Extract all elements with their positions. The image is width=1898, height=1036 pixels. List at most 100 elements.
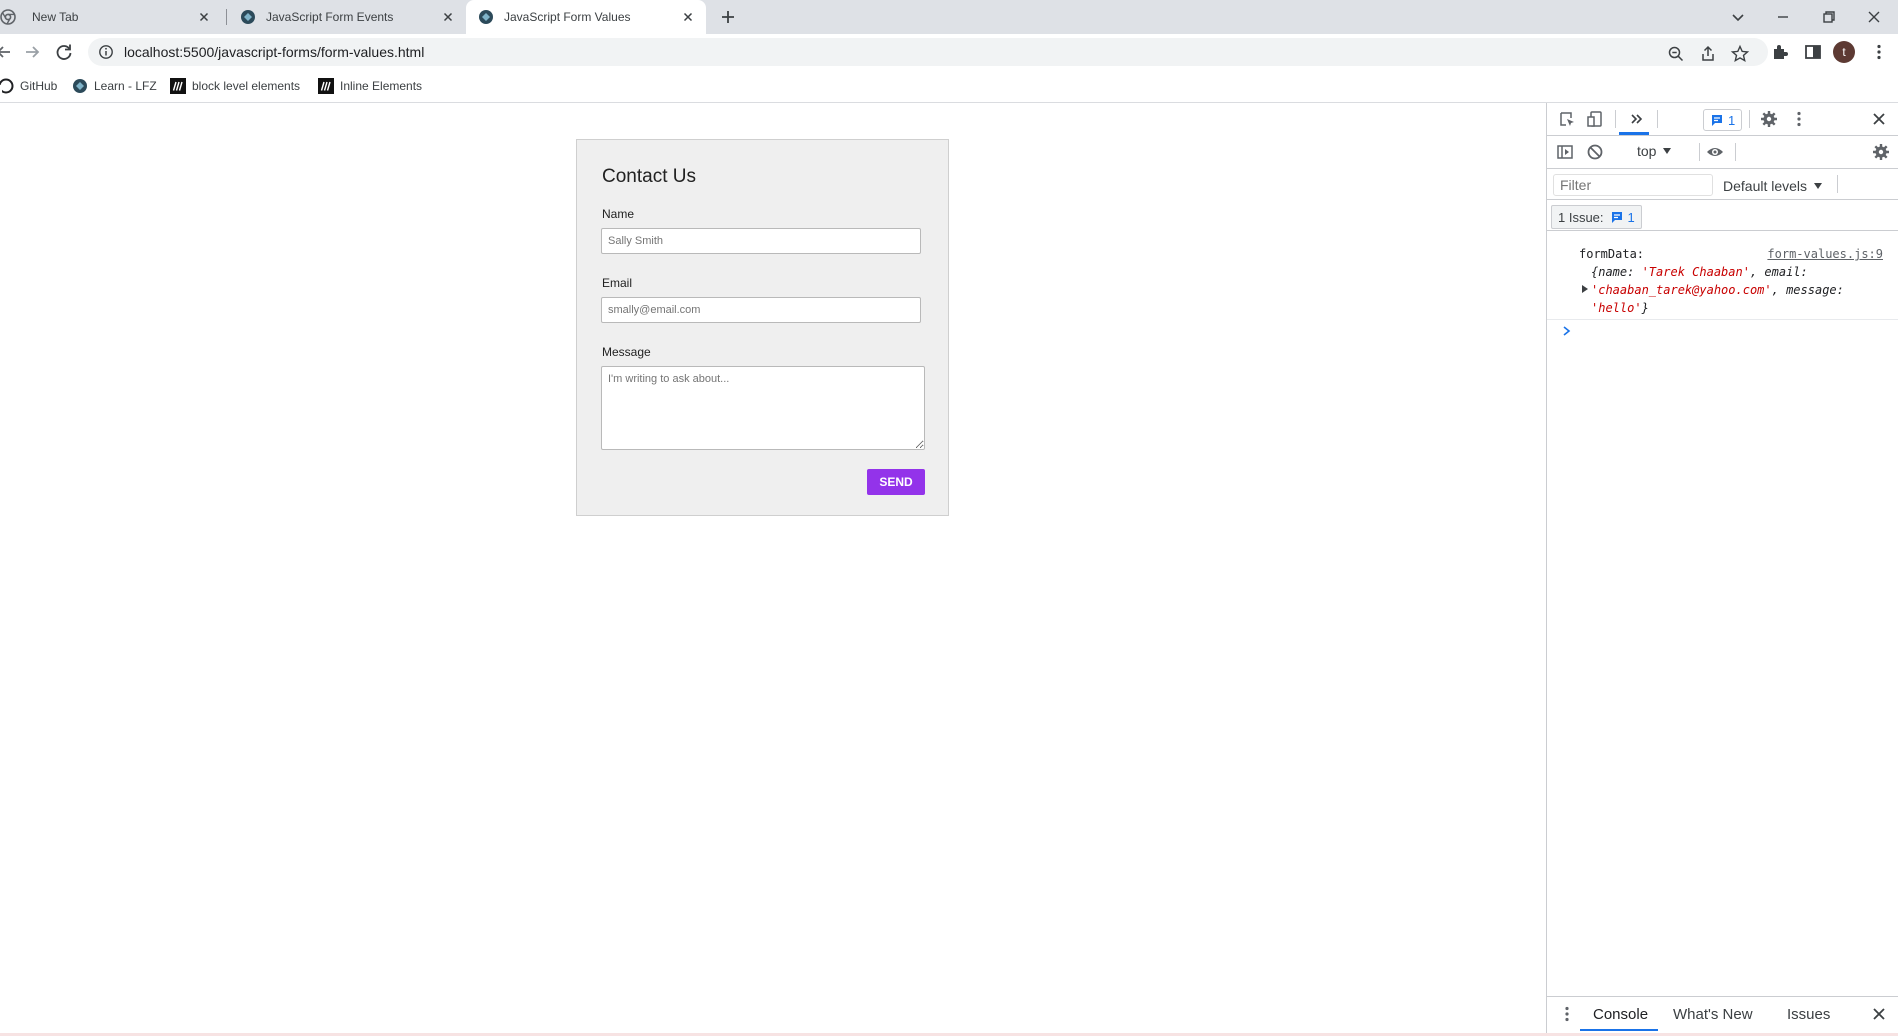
- drawer-tab-console[interactable]: Console: [1593, 1006, 1648, 1023]
- log-object-preview[interactable]: {name: 'Tarek Chaaban', email: 'chaaban_…: [1591, 263, 1881, 317]
- active-drawer-tab-indicator: [1580, 1029, 1658, 1031]
- issues-bar: 1 Issue: 1: [1547, 200, 1898, 231]
- console-prompt-icon[interactable]: [1561, 325, 1573, 337]
- device-toolbar-icon[interactable]: [1585, 109, 1605, 129]
- page-viewport: Contact Us Name Email Message SEND: [0, 103, 1546, 1033]
- email-input[interactable]: [601, 297, 921, 323]
- bookmark-block-level-elements[interactable]: block level elements: [170, 70, 300, 102]
- close-devtools-icon[interactable]: [1869, 109, 1889, 129]
- active-tab-indicator: [1619, 132, 1649, 135]
- devtools-menu-icon[interactable]: [1789, 109, 1809, 129]
- tab-title: JavaScript Form Events: [266, 10, 394, 24]
- mdn-icon: [170, 78, 186, 94]
- browser-toolbar: localhost:5500/javascript-forms/form-val…: [0, 34, 1898, 70]
- profile-avatar[interactable]: t: [1833, 41, 1855, 63]
- log-levels-dropdown[interactable]: Default levels: [1723, 178, 1823, 194]
- console-log-entry: formData: form-values.js:9 {name: 'Tarek…: [1547, 239, 1898, 320]
- issue-chip-count: 1: [1627, 209, 1635, 225]
- tab-divider: [226, 9, 227, 25]
- issues-counter[interactable]: 1: [1703, 109, 1743, 131]
- issues-count: 1: [1728, 112, 1736, 128]
- dropdown-arrow-icon: [1662, 146, 1672, 156]
- obj-message-key: , message:: [1771, 283, 1844, 297]
- close-tab-icon[interactable]: [196, 9, 212, 25]
- context-label: top: [1637, 143, 1657, 159]
- obj-email-key: , email:: [1749, 265, 1808, 279]
- toolbar-separator: [1657, 110, 1658, 128]
- toolbar-separator: [1699, 143, 1700, 161]
- context-selector[interactable]: top: [1637, 143, 1672, 159]
- drawer-tab-whats-new[interactable]: What's New: [1673, 1006, 1753, 1023]
- name-label: Name: [602, 207, 635, 221]
- bookmark-inline-elements[interactable]: Inline Elements: [318, 70, 422, 102]
- name-input[interactable]: [601, 228, 921, 254]
- tab-search-icon[interactable]: [1726, 5, 1750, 29]
- github-icon: [0, 78, 14, 94]
- expand-triangle-icon[interactable]: [1581, 285, 1589, 293]
- lfz-icon: [72, 78, 88, 94]
- inspect-element-icon[interactable]: [1557, 109, 1577, 129]
- globe-icon: [478, 9, 494, 25]
- tab-strip: New Tab JavaScript Form Events JavaScrip…: [0, 0, 1898, 34]
- share-icon[interactable]: [1698, 44, 1718, 64]
- address-bar[interactable]: localhost:5500/javascript-forms/form-val…: [88, 38, 1768, 66]
- clear-console-icon[interactable]: [1585, 142, 1605, 162]
- send-button[interactable]: SEND: [867, 469, 925, 495]
- console-toolbar: top: [1547, 136, 1898, 169]
- browser-menu-icon[interactable]: [1867, 40, 1891, 64]
- obj-email-value: 'chaaban_tarek@yahoo.com': [1591, 283, 1772, 297]
- zoom-icon[interactable]: [1666, 44, 1686, 64]
- levels-label: Default levels: [1723, 178, 1808, 194]
- email-label: Email: [602, 276, 633, 290]
- reload-icon[interactable]: [52, 40, 76, 64]
- live-expression-eye-icon[interactable]: [1705, 142, 1725, 162]
- console-settings-icon[interactable]: [1871, 142, 1891, 162]
- log-label: formData:: [1579, 247, 1645, 261]
- devtools-panel: 1 top Filter Default levels 1 Issue: 1 f…: [1546, 103, 1898, 1033]
- obj-close: }: [1641, 301, 1649, 315]
- settings-icon[interactable]: [1759, 109, 1779, 129]
- obj-name-value: 'Tarek Chaaban': [1641, 265, 1750, 279]
- issue-chip-label: 1 Issue:: [1558, 209, 1604, 225]
- tab-title: New Tab: [32, 10, 79, 24]
- back-icon[interactable]: [0, 40, 16, 64]
- toolbar-separator: [1837, 175, 1838, 193]
- tab-form-values[interactable]: JavaScript Form Values: [466, 0, 706, 34]
- bookmark-github[interactable]: GitHub: [0, 70, 57, 102]
- toolbar-separator: [1749, 110, 1750, 128]
- restore-icon[interactable]: [1817, 5, 1841, 29]
- sidebar-toggle-icon[interactable]: [1555, 142, 1575, 162]
- devtools-drawer-bar: Console What's New Issues: [1547, 996, 1898, 1031]
- close-tab-icon[interactable]: [680, 9, 696, 25]
- forward-icon[interactable]: [20, 40, 44, 64]
- bookmark-label: block level elements: [192, 79, 301, 93]
- bookmark-label: Inline Elements: [340, 79, 423, 93]
- bookmark-label: GitHub: [20, 79, 58, 93]
- drawer-menu-icon[interactable]: [1557, 1004, 1577, 1024]
- drawer-tab-issues[interactable]: Issues: [1787, 1006, 1830, 1023]
- new-tab-icon[interactable]: [716, 5, 740, 29]
- bookmarks-bar: GitHub Learn - LFZ block level elements …: [0, 70, 1898, 103]
- tab-form-events[interactable]: JavaScript Form Events: [230, 0, 466, 34]
- extensions-icon[interactable]: [1768, 40, 1792, 64]
- side-panel-icon[interactable]: [1801, 40, 1825, 64]
- issues-chip[interactable]: 1 Issue: 1: [1551, 205, 1642, 229]
- info-icon[interactable]: [98, 44, 114, 60]
- close-window-icon[interactable]: [1862, 5, 1886, 29]
- bookmark-label: Learn - LFZ: [94, 79, 157, 93]
- minimize-icon[interactable]: [1771, 5, 1795, 29]
- message-label: Message: [602, 345, 651, 359]
- console-filter-bar: Default levels: [1547, 169, 1898, 200]
- filter-input[interactable]: [1553, 174, 1713, 196]
- form-title: Contact Us: [602, 166, 696, 187]
- url-text: localhost:5500/javascript-forms/form-val…: [124, 44, 425, 60]
- more-tabs-icon[interactable]: [1627, 109, 1647, 129]
- close-drawer-icon[interactable]: [1869, 1004, 1889, 1024]
- tab-new-tab[interactable]: New Tab: [0, 0, 222, 34]
- log-source-link[interactable]: form-values.js:9: [1767, 245, 1883, 263]
- bookmark-star-icon[interactable]: [1730, 44, 1750, 64]
- mdn-icon: [318, 78, 334, 94]
- bookmark-learn-lfz[interactable]: Learn - LFZ: [72, 70, 157, 102]
- message-textarea[interactable]: [601, 366, 925, 450]
- close-tab-icon[interactable]: [440, 9, 456, 25]
